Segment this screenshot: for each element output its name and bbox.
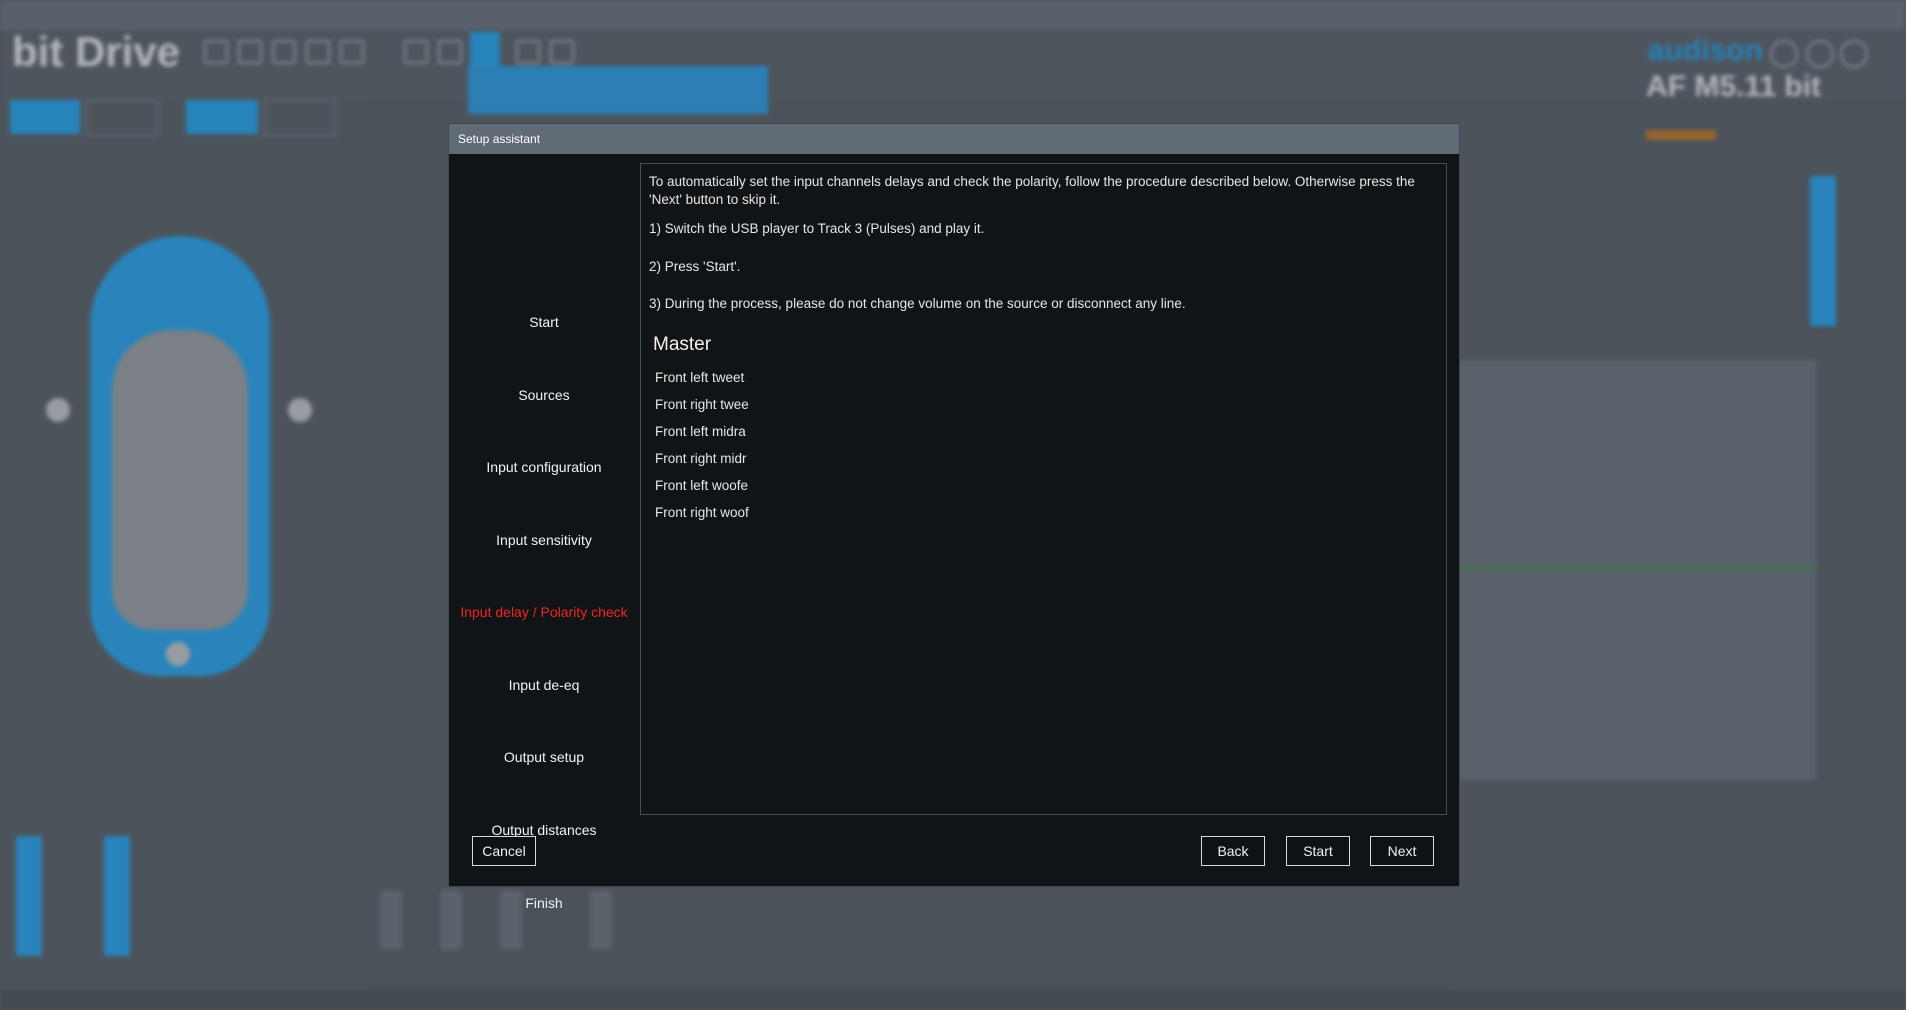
nav-step-sources[interactable]: Sources [449,384,639,406]
channel-item[interactable]: Front right midr [655,445,749,472]
step-content-panel: To automatically set the input channels … [640,163,1447,815]
nav-step-input-sensitivity[interactable]: Input sensitivity [449,529,639,551]
setup-assistant-dialog: Setup assistant Start Sources Input conf… [448,123,1460,911]
cancel-button[interactable]: Cancel [472,836,536,866]
dialog-title: Setup assistant [449,124,1459,154]
next-button[interactable]: Next [1370,836,1434,866]
wizard-step-nav: Start Sources Input configuration Input … [449,160,639,911]
instruction-step-2: 2) Press 'Start'. [649,259,741,274]
back-button[interactable]: Back [1201,836,1265,866]
channel-item[interactable]: Front right woof [655,499,749,526]
channel-group-title: Master [653,334,712,355]
nav-step-output-setup[interactable]: Output setup [449,746,639,768]
channel-item[interactable]: Front left midra [655,418,749,445]
instruction-step-3: 3) During the process, please do not cha… [649,296,1186,311]
instructions-intro: To automatically set the input channels … [649,174,1415,207]
nav-step-input-delay[interactable]: Input delay / Polarity check [449,601,639,623]
nav-step-input-configuration[interactable]: Input configuration [449,456,639,478]
channel-list: Front left tweet Front right twee Front … [655,364,749,526]
nav-step-start[interactable]: Start [449,311,639,333]
channel-item[interactable]: Front left woofe [655,472,749,499]
nav-step-input-de-eq[interactable]: Input de-eq [449,674,639,696]
channel-item[interactable]: Front left tweet [655,364,749,391]
channel-item[interactable]: Front right twee [655,391,749,418]
nav-step-finish[interactable]: Finish [449,892,639,914]
instruction-step-1: 1) Switch the USB player to Track 3 (Pul… [649,221,985,236]
start-button[interactable]: Start [1286,836,1350,866]
